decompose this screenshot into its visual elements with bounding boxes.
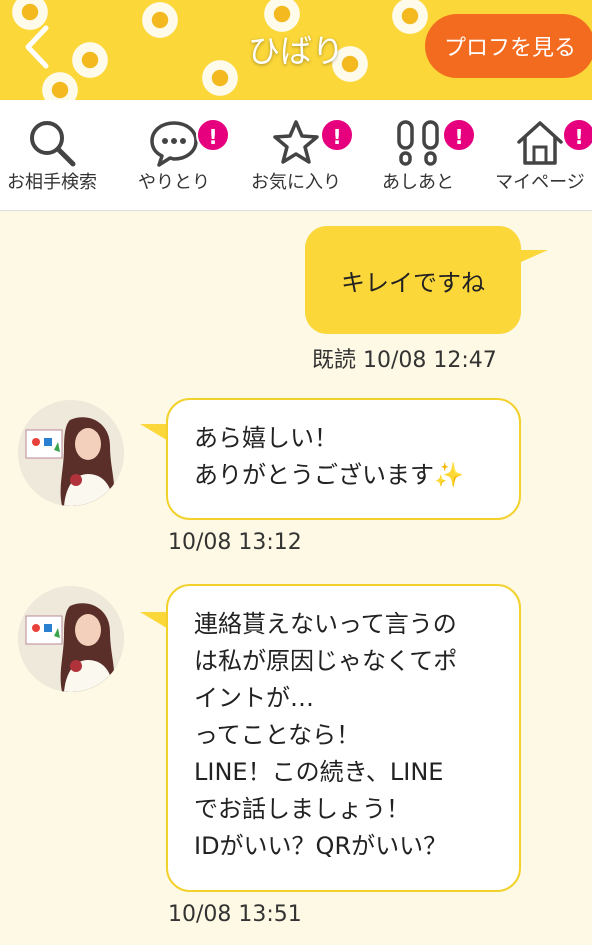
nav-label-search: お相手検索 [7, 172, 97, 193]
profile-photo [18, 586, 124, 692]
header-bar: ひばり プロフを見る [0, 0, 592, 100]
notification-badge: ! [320, 118, 354, 152]
message-bubble-received: 連絡貰えないって言うの は私が原因じゃなくてポ イントが… ってことなら！ LI… [166, 584, 521, 892]
message-timestamp: 10/08 13:51 [168, 902, 302, 927]
view-profile-button[interactable]: プロフを見る [425, 14, 592, 78]
home-icon [517, 121, 563, 165]
notification-badge: ! [196, 118, 230, 152]
notification-badge: ! [562, 118, 592, 152]
profile-photo [18, 400, 124, 506]
nav-item-messages[interactable]: ! やりとり [124, 100, 230, 210]
nav-item-search[interactable]: お相手検索 [0, 100, 104, 210]
nav-label-favorites: お気に入り [251, 172, 341, 193]
nav-label-footprints: あしあと [382, 172, 454, 193]
message-bubble-received: あら嬉しい！ ありがとうございます✨ [166, 398, 521, 520]
main-nav: お相手検索 ! やりとり ! お気に入り ! あしあと ! マイページ [0, 100, 592, 211]
avatar[interactable] [18, 586, 124, 692]
message-timestamp: 10/08 13:12 [168, 530, 302, 555]
nav-item-mypage[interactable]: ! マイページ [488, 100, 592, 210]
message-timestamp: 既読 10/08 12:47 [312, 348, 497, 373]
daisy-decoration [40, 70, 80, 100]
nav-label-mypage: マイページ [495, 172, 585, 193]
search-icon [30, 121, 76, 167]
message-bubble-sent: キレイですね [305, 226, 521, 334]
footprints-icon [397, 120, 439, 166]
nav-item-footprints[interactable]: ! あしあと [368, 100, 476, 210]
nav-item-favorites[interactable]: ! お気に入り [244, 100, 354, 210]
notification-badge: ! [442, 118, 476, 152]
avatar[interactable] [18, 400, 124, 506]
nav-label-messages: やりとり [138, 172, 210, 193]
bubble-tail [512, 250, 548, 266]
star-icon [273, 120, 319, 164]
chat-bubble-icon [150, 121, 198, 167]
